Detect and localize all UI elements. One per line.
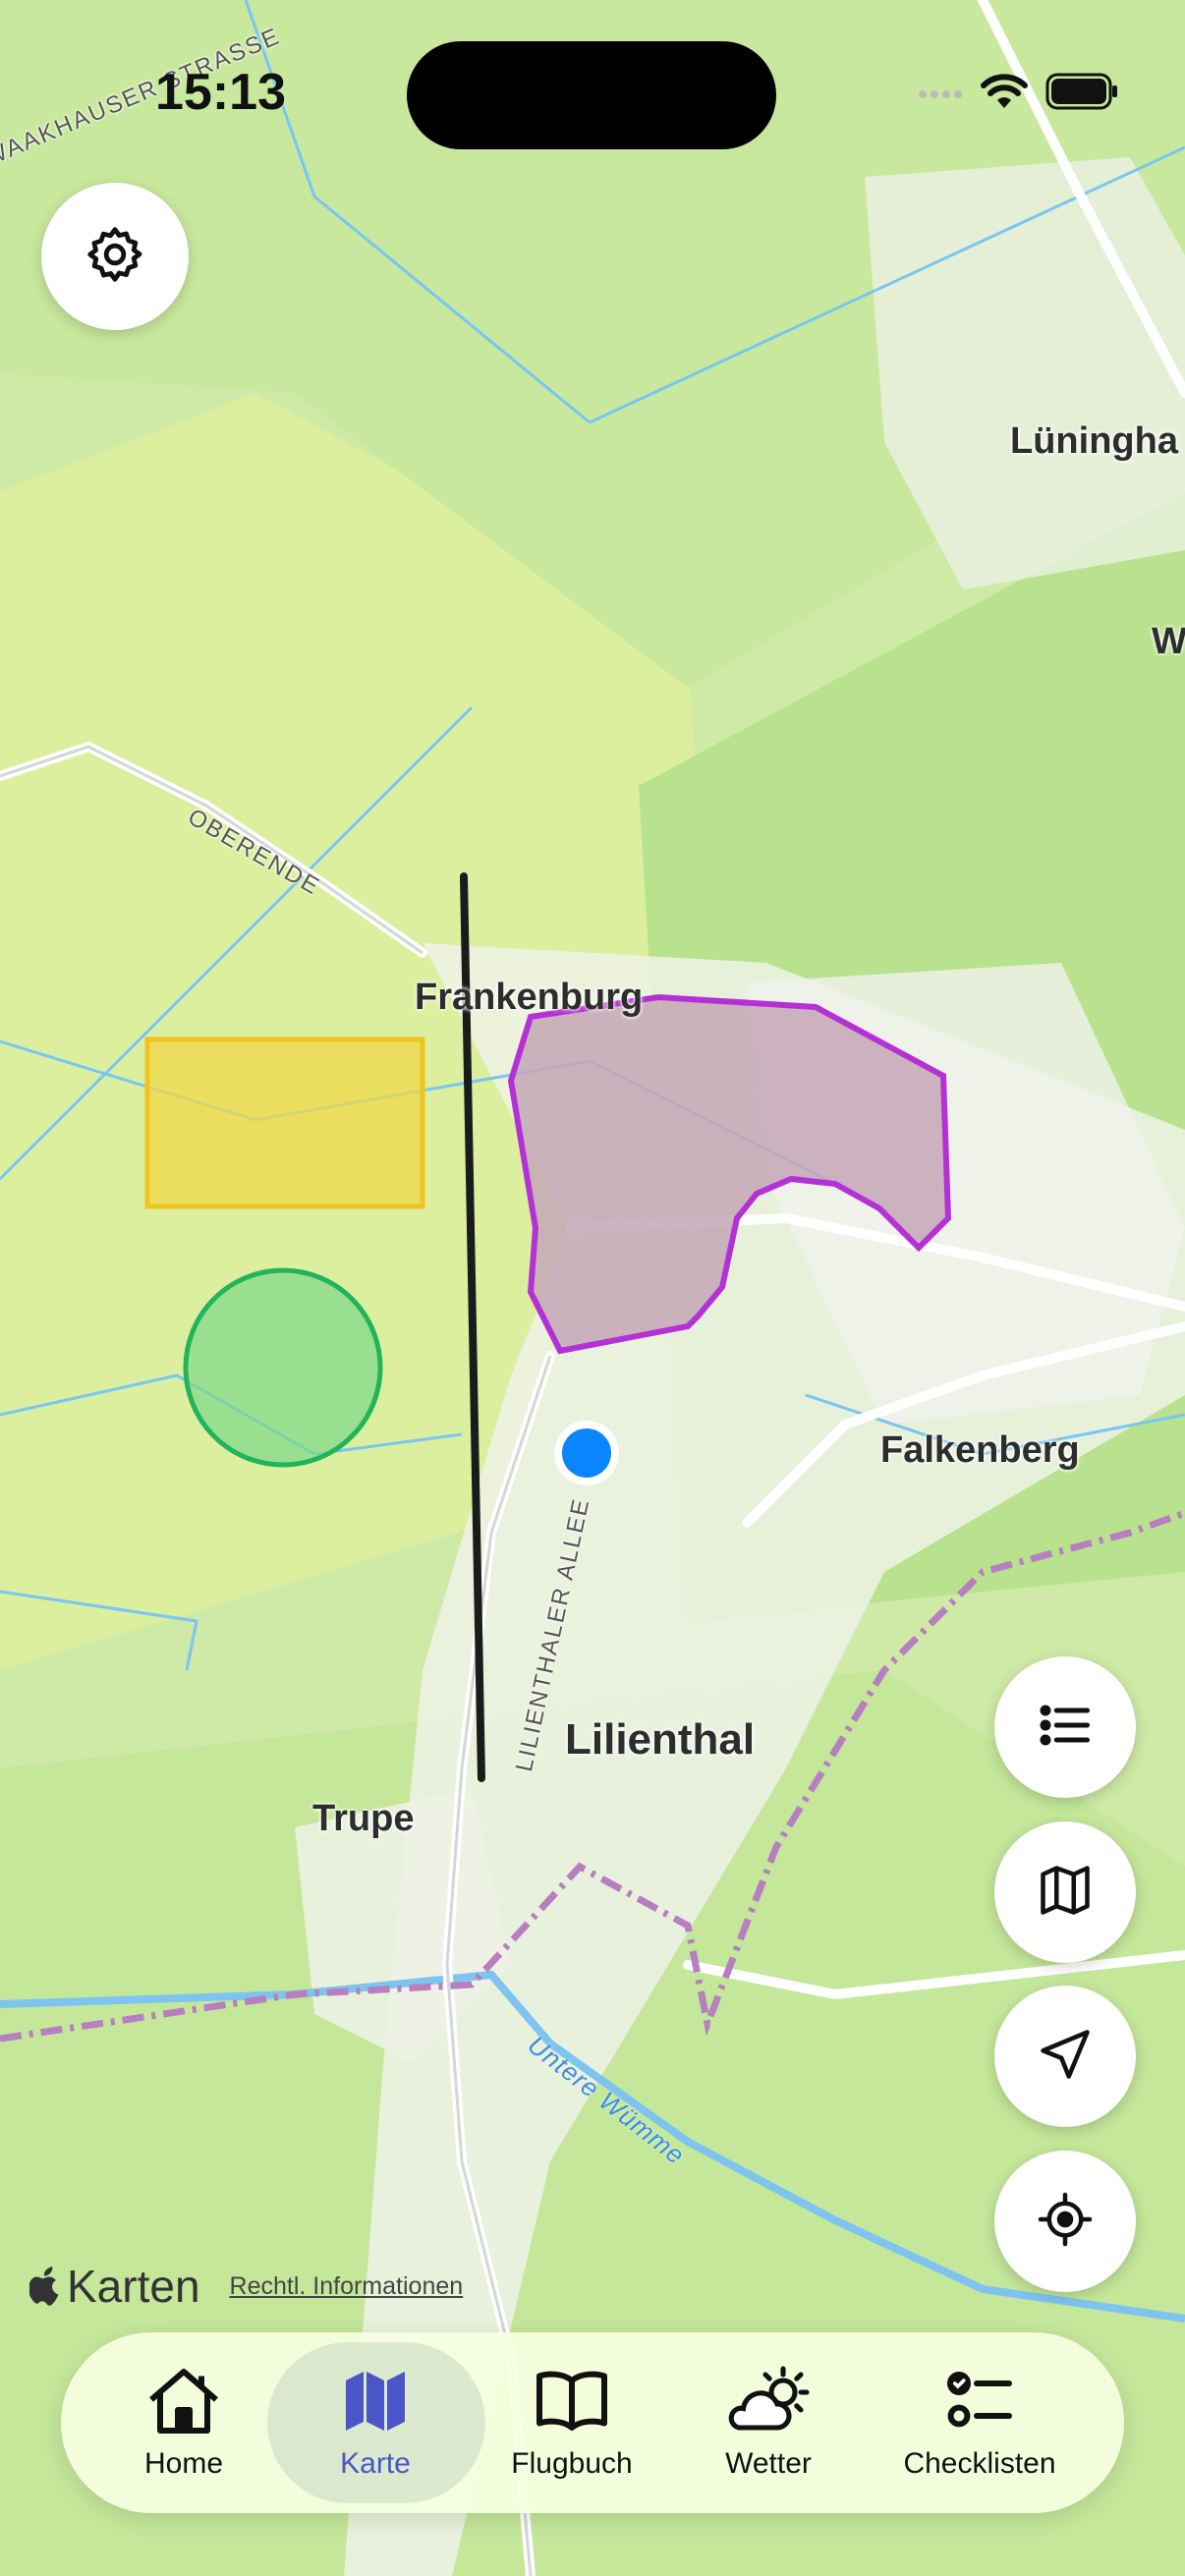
place-label-w: W [1152,621,1185,662]
list-button[interactable] [994,1656,1136,1798]
tab-label-wetter: Wetter [725,2446,812,2480]
navigate-button[interactable] [994,1986,1136,2127]
wifi-icon [981,73,1028,115]
map-icon [336,2366,415,2441]
user-location-dot[interactable] [562,1428,611,1478]
dynamic-island [407,41,776,149]
apple-maps-logo: Karten [29,2260,200,2313]
locate-button[interactable] [994,2151,1136,2292]
legal-link[interactable]: Rechtl. Informationen [230,2272,464,2301]
gear-icon [84,223,146,291]
cloud-sun-icon [719,2365,818,2441]
place-label-falkenberg: Falkenberg [880,1429,1080,1471]
signal-icon [918,82,963,106]
tab-label-karte: Karte [340,2446,411,2480]
checklist-icon [940,2366,1019,2441]
status-icons [918,73,1118,115]
place-label-luninghaus: Lüningha [1010,420,1178,462]
place-label-frankenburg: Frankenburg [415,977,644,1018]
place-label-lilienthal: Lilienthal [565,1715,756,1764]
tab-karte[interactable]: Karte [307,2332,444,2513]
book-icon [533,2366,611,2441]
map-icon [1036,1861,1095,1925]
tab-wetter[interactable]: Wetter [700,2332,837,2513]
tab-bar: Home Karte Flugbuch Wetter Checklisten [61,2332,1124,2513]
map-style-button[interactable] [994,1821,1136,1963]
yellow-zone[interactable] [144,1036,425,1209]
tab-label-flugbuch: Flugbuch [511,2446,633,2480]
location-arrow-icon [1036,2025,1095,2089]
attribution-brand: Karten [67,2261,200,2312]
tab-flugbuch[interactable]: Flugbuch [493,2332,650,2513]
list-icon [1036,1696,1095,1760]
map-attribution: Karten Rechtl. Informationen [29,2260,463,2313]
tab-home[interactable]: Home [120,2332,248,2513]
tab-label-home: Home [143,2446,224,2480]
place-label-trupe: Trupe [312,1798,415,1839]
house-icon [144,2366,223,2441]
status-time: 15:13 [155,64,286,121]
settings-button[interactable] [41,183,189,330]
tab-label-checklisten: Checklisten [903,2446,1056,2480]
apple-logo-icon [29,2267,59,2306]
battery-icon [1045,73,1118,115]
crosshair-icon [1036,2190,1095,2254]
tab-checklisten[interactable]: Checklisten [886,2332,1073,2513]
green-zone[interactable] [183,1267,383,1468]
